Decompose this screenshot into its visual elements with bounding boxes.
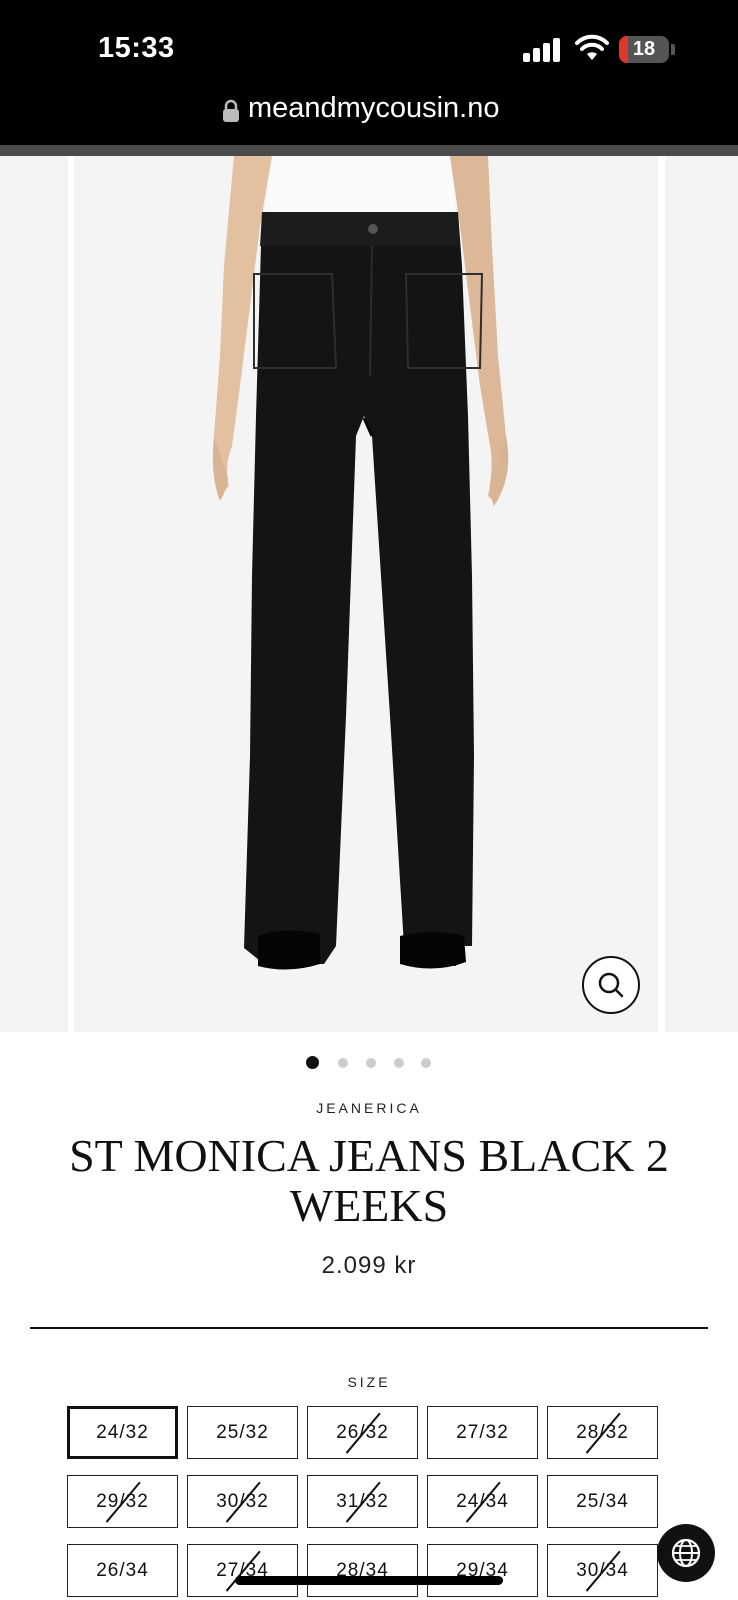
size-option-31-32[interactable]: 31/32 bbox=[307, 1475, 418, 1528]
magnifier-icon bbox=[598, 972, 624, 998]
product-image[interactable] bbox=[74, 156, 658, 1032]
wifi-icon bbox=[575, 34, 609, 60]
product-brand[interactable]: JEANERICA bbox=[0, 1100, 738, 1116]
size-option-24-32[interactable]: 24/32 bbox=[67, 1406, 178, 1459]
product-price: 2.099 kr bbox=[321, 1252, 417, 1279]
gallery-dot[interactable] bbox=[366, 1058, 376, 1068]
gallery-dot[interactable] bbox=[394, 1058, 404, 1068]
gallery-next-slide[interactable] bbox=[665, 156, 738, 1032]
size-option-25-34[interactable]: 25/34 bbox=[547, 1475, 658, 1528]
product-gallery[interactable] bbox=[0, 156, 738, 1032]
home-indicator[interactable] bbox=[235, 1576, 503, 1585]
url-text: meandmycousin.no bbox=[248, 92, 500, 124]
gallery-dot[interactable] bbox=[338, 1058, 348, 1068]
globe-icon bbox=[671, 1538, 701, 1568]
address-bar[interactable]: meandmycousin.no bbox=[0, 86, 738, 146]
size-option-28-32[interactable]: 28/32 bbox=[547, 1406, 658, 1459]
battery-tip bbox=[671, 44, 675, 55]
size-option-29-32[interactable]: 29/32 bbox=[67, 1475, 178, 1528]
language-button[interactable] bbox=[657, 1524, 715, 1582]
status-bar: 15:33 18 bbox=[0, 0, 738, 100]
size-option-29-34[interactable]: 29/34 bbox=[427, 1544, 538, 1597]
size-option-25-32[interactable]: 25/32 bbox=[187, 1406, 298, 1459]
size-option-27-32[interactable]: 27/32 bbox=[427, 1406, 538, 1459]
size-option-30-34[interactable]: 30/34 bbox=[547, 1544, 658, 1597]
gallery-dot[interactable] bbox=[306, 1056, 319, 1069]
battery-icon: 18 bbox=[619, 36, 669, 63]
section-divider bbox=[30, 1327, 708, 1329]
size-option-26-32[interactable]: 26/32 bbox=[307, 1406, 418, 1459]
lock-icon bbox=[223, 99, 239, 122]
toolbar-divider bbox=[0, 145, 738, 156]
gallery-pagination bbox=[0, 1055, 738, 1071]
signal-icon bbox=[523, 38, 563, 62]
zoom-button[interactable] bbox=[582, 956, 640, 1014]
status-time: 15:33 bbox=[98, 32, 175, 64]
gallery-dot[interactable] bbox=[421, 1058, 431, 1068]
product-title: ST MONICA JEANS BLACK 2 WEEKS bbox=[69, 1130, 669, 1231]
size-option-26-34[interactable]: 26/34 bbox=[67, 1544, 178, 1597]
size-option-27-34[interactable]: 27/34 bbox=[187, 1544, 298, 1597]
size-option-28-34[interactable]: 28/34 bbox=[307, 1544, 418, 1597]
size-label: SIZE bbox=[347, 1374, 391, 1390]
gallery-prev-slide[interactable] bbox=[0, 156, 68, 1032]
size-option-24-34[interactable]: 24/34 bbox=[427, 1475, 538, 1528]
jeans-photo bbox=[212, 156, 509, 970]
size-option-30-32[interactable]: 30/32 bbox=[187, 1475, 298, 1528]
battery-level: 18 bbox=[632, 38, 656, 60]
